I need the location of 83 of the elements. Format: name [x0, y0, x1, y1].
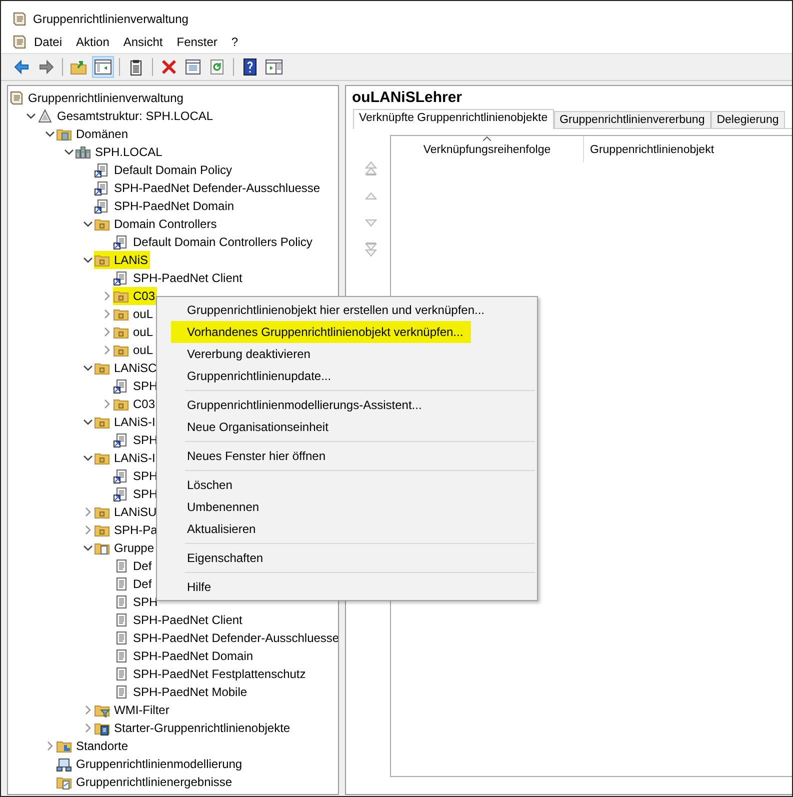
buildings-icon: [75, 144, 91, 160]
menu-item[interactable]: Umbenennen: [157, 496, 537, 518]
refresh-icon: [208, 58, 226, 76]
tree-item[interactable]: ouL: [113, 341, 156, 359]
policy-link-icon: [94, 180, 110, 196]
computers-icon: [56, 756, 72, 772]
policy-link-icon: [113, 486, 129, 502]
menu-item[interactable]: Hilfe: [157, 576, 537, 598]
tree-item[interactable]: Def: [113, 575, 154, 593]
details-title: ouLANiSLehrer: [352, 89, 464, 108]
policy-link-icon: [113, 468, 129, 484]
help-icon: [241, 58, 259, 76]
tree-item[interactable]: SPH-PaedNet Mobile: [113, 683, 250, 701]
menu-item[interactable]: Neues Fenster hier öffnen: [157, 445, 537, 467]
tree-item[interactable]: Def: [113, 557, 154, 575]
tree-item[interactable]: Default Domain Controllers Policy: [113, 233, 314, 251]
tab[interactable]: Delegierung: [710, 111, 785, 128]
tree-item[interactable]: SPH-PaedNet Client: [113, 611, 244, 629]
menu-item[interactable]: Vererbung deaktivieren: [157, 343, 537, 365]
menu-item[interactable]: Aktion: [69, 33, 116, 51]
menu-item[interactable]: Neue Organisationseinheit: [157, 416, 537, 438]
forward-arrow-icon: [37, 58, 55, 76]
menu-item[interactable]: Fenster: [170, 33, 224, 51]
tree-item[interactable]: SPH-PaedNet Domain: [94, 197, 236, 215]
menu-item[interactable]: Datei: [27, 33, 70, 51]
policy-link-icon: [113, 432, 129, 448]
policy-link-icon: [94, 162, 110, 178]
menu-item[interactable]: ?: [224, 33, 246, 51]
menu-item[interactable]: Löschen: [157, 474, 537, 496]
tree-item[interactable]: ouL: [113, 305, 156, 323]
tree-item[interactable]: Starter-Gruppenrichtlinienobjekte: [94, 719, 292, 737]
column-header[interactable]: Gruppenrichtlinienobjekt: [584, 136, 720, 162]
tree-item[interactable]: ouL: [113, 323, 156, 341]
tree-item[interactable]: Standorte: [56, 737, 130, 755]
tab[interactable]: Verknüpfte Gruppenrichtlinienobjekte: [353, 109, 554, 129]
tree-item[interactable]: SPH.LOCAL: [75, 143, 164, 161]
menu-item[interactable]: Gruppenrichtlinienmodellierungs-Assistent...: [157, 394, 537, 416]
window-title: Gruppenrichtlinienverwaltung: [33, 12, 188, 26]
tree-item[interactable]: C03: [113, 287, 158, 305]
back-arrow-icon: [13, 58, 31, 76]
tree-item[interactable]: C03: [113, 395, 158, 413]
triangle-icon: [37, 108, 53, 124]
tree-item[interactable]: SPH-PaedNet Domain: [113, 647, 256, 665]
tree-item[interactable]: Gruppe: [94, 539, 156, 557]
folder-up-icon: [70, 58, 88, 76]
scroll-icon: [11, 11, 27, 27]
menu-item[interactable]: Ansicht: [116, 33, 170, 51]
policy-link-icon: [113, 234, 129, 250]
policy-link-icon: [113, 270, 129, 286]
tree-item[interactable]: Default Domain Policy: [94, 161, 234, 179]
tree-item[interactable]: Domänen: [56, 125, 130, 143]
properties-icon: [184, 58, 202, 76]
menu-item[interactable]: Gruppenrichtlinienupdate...: [157, 365, 537, 387]
action-pane-icon: [265, 58, 283, 76]
menu-item[interactable]: Vorhandenes Gruppenrichtlinienobjekt verknüpfen...: [171, 321, 471, 343]
tree-item[interactable]: LANiS: [94, 251, 150, 269]
tree-item[interactable]: Gruppenrichtlinienergebnisse: [56, 773, 234, 791]
tree-item[interactable]: WMI-Filter: [94, 701, 172, 719]
tree-item[interactable]: SPH-PaedNet Defender-Ausschluesse: [94, 179, 322, 197]
tree-item[interactable]: LANiS-I: [94, 449, 158, 467]
tree-item[interactable]: SPH-PaedNet Festplattenschutz: [113, 665, 308, 683]
scroll-icon: [11, 34, 27, 50]
delete-icon: [160, 58, 178, 76]
menu-item[interactable]: Eigenschaften: [157, 547, 537, 569]
tree-item[interactable]: SPH-PaedNet Client: [113, 269, 244, 287]
tree-item[interactable]: LANiSC: [94, 359, 159, 377]
tree-item[interactable]: Gesamtstruktur: SPH.LOCAL: [37, 107, 216, 125]
tree-item[interactable]: SPH: [113, 593, 160, 611]
menu-item[interactable]: Gruppenrichtlinienobjekt hier erstellen und verknüpfen...: [157, 299, 537, 321]
menu-item[interactable]: Aktualisieren: [157, 518, 537, 540]
tree-item[interactable]: LANiSU: [94, 503, 159, 521]
toolbar-button[interactable]: [92, 56, 114, 78]
scroll-icon: [8, 90, 24, 106]
tree-item[interactable]: SPH-Pa: [94, 521, 160, 539]
tab[interactable]: Gruppenrichtlinienvererbung: [554, 111, 711, 128]
tree-pane-icon: [94, 58, 112, 76]
column-header[interactable]: Verknüpfungsreihenfolge: [391, 136, 584, 162]
tree-item[interactable]: Domain Controllers: [94, 215, 219, 233]
tree-item[interactable]: Gruppenrichtlinienverwaltung: [8, 89, 186, 107]
policy-link-icon: [113, 378, 129, 394]
tree-item[interactable]: LANiS-I: [94, 413, 158, 431]
policy-link-icon: [94, 198, 110, 214]
tree-item[interactable]: Gruppenrichtlinienmodellierung: [56, 755, 244, 773]
